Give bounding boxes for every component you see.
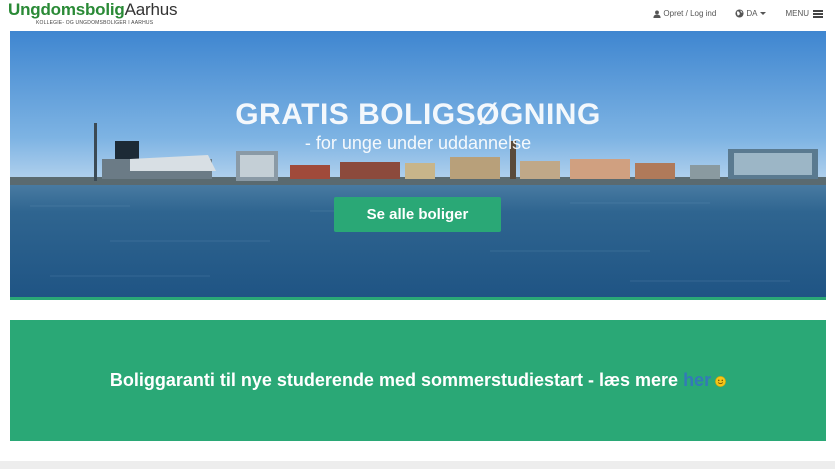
see-all-housing-button[interactable]: Se alle boliger: [334, 197, 501, 232]
login-link[interactable]: Opret / Log ind: [653, 9, 716, 18]
chevron-down-icon: [760, 12, 767, 15]
banner-text: Boliggaranti til nye studerende med somm…: [109, 370, 684, 390]
globe-icon: [735, 9, 744, 18]
header-nav: Opret / Log ind DA MENU: [634, 9, 823, 18]
page-margin-left: [0, 31, 10, 461]
logo-title-light: Aarhus: [124, 0, 178, 19]
language-dropdown[interactable]: DA: [735, 9, 767, 18]
language-label: DA: [746, 9, 758, 18]
hero-title: GRATIS BOLIGSØGNING: [235, 98, 601, 131]
hamburger-icon: [813, 9, 823, 18]
hero-bottom-border: [10, 297, 826, 300]
hero-subtitle: - for unge under uddannelse: [304, 133, 532, 153]
banner-read-more-link[interactable]: her: [683, 370, 711, 390]
site-header: UngdomsboligAarhus KOLLEGIE- OG UNGDOMSB…: [0, 0, 835, 31]
page: UngdomsboligAarhus KOLLEGIE- OG UNGDOMSB…: [0, 0, 835, 469]
site-logo[interactable]: UngdomsboligAarhus KOLLEGIE- OG UNGDOMSB…: [8, 1, 177, 27]
smiley-icon: [715, 375, 726, 387]
user-icon: [653, 9, 661, 18]
section-spacer: [0, 300, 835, 320]
page-bottom-spacer: [0, 441, 835, 461]
hero-cityscape-image: [10, 31, 826, 298]
logo-tagline: KOLLEGIE- OG UNGDOMSBOLIGER I AARHUS: [36, 20, 154, 26]
housing-guarantee-banner: Boliggaranti til nye studerende med somm…: [10, 320, 826, 441]
banner-text-line: Boliggaranti til nye studerende med somm…: [110, 370, 726, 391]
hero-section: [10, 31, 826, 298]
menu-button[interactable]: MENU: [785, 9, 823, 18]
logo-title-bold: Ungdomsbolig: [8, 0, 125, 19]
menu-label: MENU: [785, 9, 809, 18]
login-label: Opret / Log ind: [663, 9, 717, 18]
page-margin-right: [826, 31, 835, 461]
logo-title: UngdomsboligAarhus: [8, 1, 177, 19]
